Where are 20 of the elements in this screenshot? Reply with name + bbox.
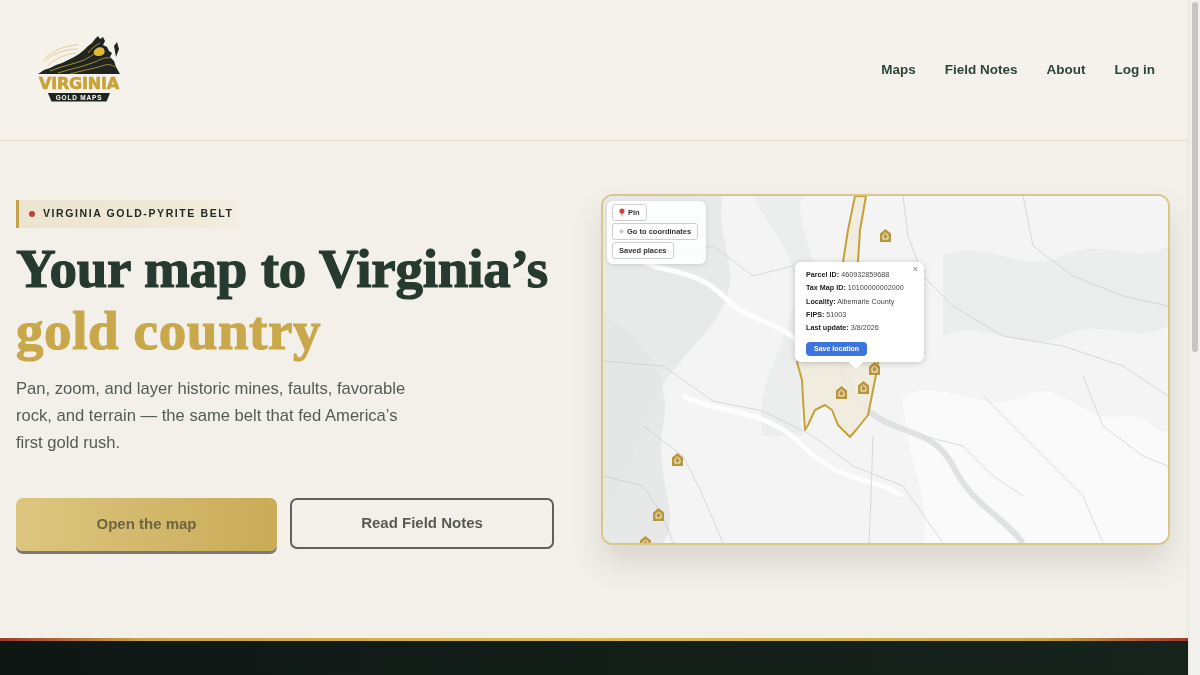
nav-link[interactable]: Maps	[881, 59, 916, 81]
logo-mark-icon	[38, 34, 120, 75]
nav-link[interactable]: About	[1046, 59, 1086, 81]
house-marker-icon[interactable]	[672, 453, 683, 466]
house-marker-icon[interactable]	[858, 381, 869, 394]
dot-icon	[29, 211, 35, 217]
scrollbar-thumb[interactable]	[1192, 2, 1198, 352]
nav-link[interactable]: Log in	[1114, 59, 1155, 81]
hero-heading: Your map to Virginia’s gold country	[16, 238, 549, 362]
nav-link[interactable]: Field Notes	[944, 59, 1018, 81]
house-marker-icon[interactable]	[880, 229, 891, 242]
house-marker-icon[interactable]	[653, 508, 664, 521]
diamond-icon	[619, 229, 624, 234]
close-button[interactable]: ×	[910, 263, 920, 275]
hero-description: Pan, zoom, and layer historic mines, faults, favorable rock, and terrain — the same belt that fed America’s first gold rush.	[16, 378, 407, 454]
field-notes-button[interactable]: Read Field Notes	[290, 498, 554, 549]
house-marker-icon[interactable]	[869, 362, 880, 375]
badge-text: VIRGINIA GOLD-PYRITE BELT	[43, 206, 234, 222]
logo-title: VIRGINIA	[39, 74, 119, 92]
house-marker-icon[interactable]	[836, 386, 847, 399]
